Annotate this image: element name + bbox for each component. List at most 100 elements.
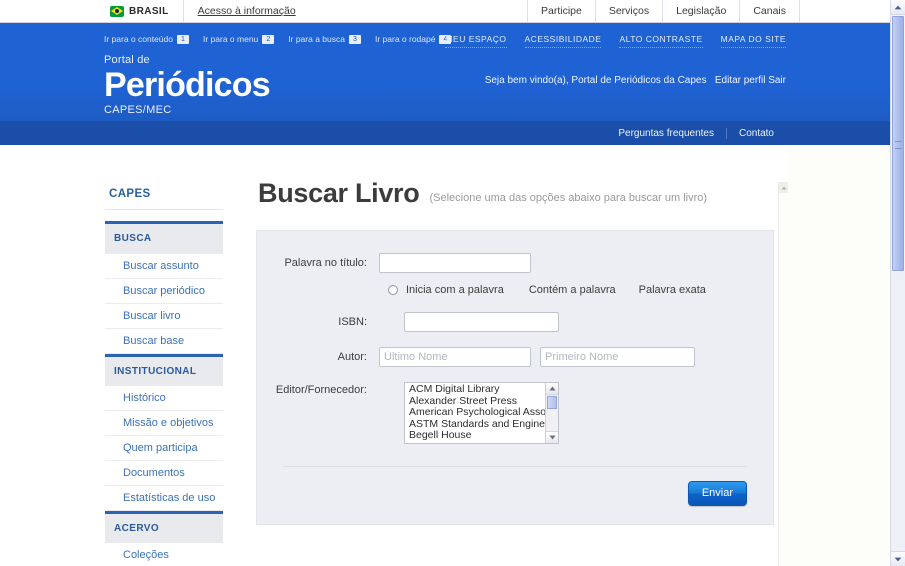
skip-link-busca[interactable]: Ir para a busca 3 bbox=[288, 34, 361, 44]
acesso-a-informacao-link[interactable]: Acesso à informação bbox=[198, 5, 296, 17]
sidebar-item-buscar-base[interactable]: Buscar base bbox=[105, 329, 223, 354]
submit-button[interactable]: Enviar bbox=[687, 481, 747, 506]
skip-link-label: Ir para o rodapé bbox=[374, 34, 436, 44]
browser-scroll-thumb[interactable] bbox=[892, 16, 904, 271]
content-scrollbar-track[interactable] bbox=[779, 193, 788, 566]
listbox-scrollbar[interactable] bbox=[545, 383, 558, 443]
brazil-flag-icon bbox=[110, 5, 124, 17]
sidebar-head-institucional: INSTITUCIONAL bbox=[105, 357, 223, 386]
sidebar: CAPES BUSCA Buscar assunto Buscar periód… bbox=[105, 184, 223, 566]
list-item[interactable]: ASTM Standards and Engineer bbox=[407, 419, 558, 431]
link-acessibilidade[interactable]: ACESSIBILIDADE bbox=[524, 34, 602, 48]
list-item[interactable]: ACM Digital Library bbox=[407, 384, 558, 396]
radio-label-contem-a-palavra[interactable]: Contém a palavra bbox=[529, 284, 616, 296]
form-row-publisher: Editor/Fornecedor: ACM Digital Library A… bbox=[257, 382, 773, 444]
page-subtitle: (Selecione uma das opções abaixo para bu… bbox=[429, 192, 708, 204]
page-root: BRASIL Acesso à informação Participe Ser… bbox=[0, 0, 905, 566]
link-meu-espaco[interactable]: MEU ESPAÇO bbox=[445, 34, 507, 48]
link-alto-contraste[interactable]: ALTO CONTRASTE bbox=[619, 34, 703, 48]
main-column: Buscar Livro (Selecione uma das opções a… bbox=[256, 178, 782, 525]
title-input[interactable] bbox=[379, 253, 531, 273]
gov-top-bar: BRASIL Acesso à informação Participe Ser… bbox=[0, 0, 890, 23]
header-utility-links: MEU ESPAÇO ACESSIBILIDADE ALTO CONTRASTE… bbox=[445, 34, 786, 48]
match-mode-radio-group: Inicia com a palavra Contém a palavra Pa… bbox=[257, 284, 773, 296]
listbox-scroll-thumb[interactable] bbox=[547, 396, 557, 409]
logout-link[interactable]: Sair bbox=[768, 75, 786, 86]
site-logo[interactable]: Portal de Periódicos CAPES/MEC bbox=[104, 54, 271, 118]
logo-title: Periódicos bbox=[104, 66, 271, 104]
author-field-label: Autor: bbox=[337, 351, 367, 363]
sidebar-item-colecoes[interactable]: Coleções bbox=[105, 543, 223, 566]
sidebar-title: CAPES bbox=[105, 184, 223, 210]
gov-bar-spacer bbox=[800, 0, 890, 23]
page-content: CAPES BUSCA Buscar assunto Buscar periód… bbox=[0, 145, 890, 566]
skip-link-rodape[interactable]: Ir para o rodapé 4 bbox=[374, 34, 452, 44]
nav-link-contato[interactable]: Contato bbox=[727, 128, 786, 139]
form-row-title: Palavra no título: bbox=[257, 253, 773, 273]
divider bbox=[182, 0, 184, 23]
isbn-input[interactable] bbox=[404, 312, 559, 332]
gov-link-canais[interactable]: Canais bbox=[739, 0, 800, 23]
gov-link-servicos[interactable]: Serviços bbox=[594, 0, 662, 23]
browser-scrollbar-track[interactable] bbox=[891, 271, 905, 551]
skip-link-menu[interactable]: Ir para o menu 2 bbox=[203, 34, 275, 44]
sidebar-item-buscar-livro[interactable]: Buscar livro bbox=[105, 304, 223, 329]
skip-link-label: Ir para o menu bbox=[203, 34, 259, 44]
gov-link-participe[interactable]: Participe bbox=[526, 0, 595, 23]
list-item[interactable]: Begell House bbox=[407, 430, 558, 442]
radio-label-inicia-com-a-palavra[interactable]: Inicia com a palavra bbox=[406, 284, 504, 296]
sidebar-item-documentos[interactable]: Documentos bbox=[105, 461, 223, 486]
page-title: Buscar Livro bbox=[258, 178, 420, 208]
radio-inicia-com-a-palavra[interactable] bbox=[388, 285, 398, 295]
form-actions: Enviar bbox=[257, 467, 773, 524]
gov-link-legislacao[interactable]: Legislação bbox=[662, 0, 739, 23]
skip-links: Ir para o conteúdo 1 Ir para o menu 2 Ir… bbox=[104, 34, 452, 44]
sidebar-item-buscar-assunto[interactable]: Buscar assunto bbox=[105, 253, 223, 279]
sidebar-item-estatisticas-de-uso[interactable]: Estatísticas de uso bbox=[105, 486, 223, 511]
page-title-row: Buscar Livro (Selecione uma das opções a… bbox=[256, 178, 782, 208]
sidebar-head-busca: BUSCA bbox=[105, 224, 223, 253]
gov-bar-left: BRASIL Acesso à informação bbox=[110, 0, 296, 23]
browser-scrollbar[interactable] bbox=[890, 0, 905, 566]
chevron-up-icon[interactable] bbox=[891, 0, 905, 15]
skip-link-key: 1 bbox=[177, 34, 189, 44]
radio-label-palavra-exata[interactable]: Palavra exata bbox=[639, 284, 706, 296]
skip-link-key: 3 bbox=[348, 34, 361, 44]
sidebar-item-missao-e-objetivos[interactable]: Missão e objetivos bbox=[105, 411, 223, 436]
welcome-text: Seja bem vindo(a), Portal de Periódicos … bbox=[484, 75, 707, 86]
publisher-option-list: ACM Digital Library Alexander Street Pre… bbox=[405, 383, 558, 442]
brasil-label: BRASIL bbox=[129, 5, 169, 17]
chevron-up-icon[interactable] bbox=[779, 182, 788, 193]
form-row-author: Autor: bbox=[257, 347, 773, 367]
author-last-name-input[interactable] bbox=[379, 347, 531, 367]
skip-link-key: 2 bbox=[262, 34, 275, 44]
list-item[interactable]: Alexander Street Press bbox=[407, 396, 558, 408]
publisher-listbox[interactable]: ACM Digital Library Alexander Street Pre… bbox=[404, 382, 559, 444]
chevron-down-icon[interactable] bbox=[546, 431, 558, 443]
skip-link-conteudo[interactable]: Ir para o conteúdo 1 bbox=[104, 34, 189, 44]
edit-profile-link[interactable]: Editar perfil bbox=[715, 75, 766, 86]
search-book-form: Palavra no título: Inicia com a palavra … bbox=[256, 230, 774, 525]
sidebar-head-acervo: ACERVO bbox=[105, 514, 223, 543]
sidebar-item-historico[interactable]: Histórico bbox=[105, 386, 223, 411]
site-header: Ir para o conteúdo 1 Ir para o menu 2 Ir… bbox=[0, 23, 890, 121]
secondary-nav-bar: Perguntas frequentes Contato bbox=[0, 121, 890, 145]
sidebar-item-buscar-periodico[interactable]: Buscar periódico bbox=[105, 279, 223, 304]
list-item[interactable]: American Psychological Associ bbox=[407, 407, 558, 419]
chevron-down-icon[interactable] bbox=[891, 551, 905, 566]
right-gutter bbox=[788, 145, 890, 566]
logo-subtitle: CAPES/MEC bbox=[104, 104, 172, 116]
chevron-up-icon[interactable] bbox=[546, 383, 558, 395]
publisher-field-label: Editor/Fornecedor: bbox=[275, 384, 367, 396]
scroll-thumb-grip bbox=[895, 140, 902, 149]
nav-link-perguntas-frequentes[interactable]: Perguntas frequentes bbox=[606, 128, 726, 139]
form-row-isbn: ISBN: bbox=[257, 312, 773, 332]
title-field-label: Palavra no título: bbox=[284, 257, 367, 269]
link-mapa-do-site[interactable]: MAPA DO SITE bbox=[720, 34, 786, 48]
sidebar-item-quem-participa[interactable]: Quem participa bbox=[105, 436, 223, 461]
gov-bar-links: Participe Serviços Legislação Canais bbox=[526, 0, 800, 23]
secondary-nav-links: Perguntas frequentes Contato bbox=[606, 121, 786, 145]
content-scrollbar[interactable] bbox=[778, 182, 788, 566]
welcome-bar: Seja bem vindo(a), Portal de Periódicos … bbox=[485, 75, 786, 86]
author-first-name-input[interactable] bbox=[540, 347, 695, 367]
